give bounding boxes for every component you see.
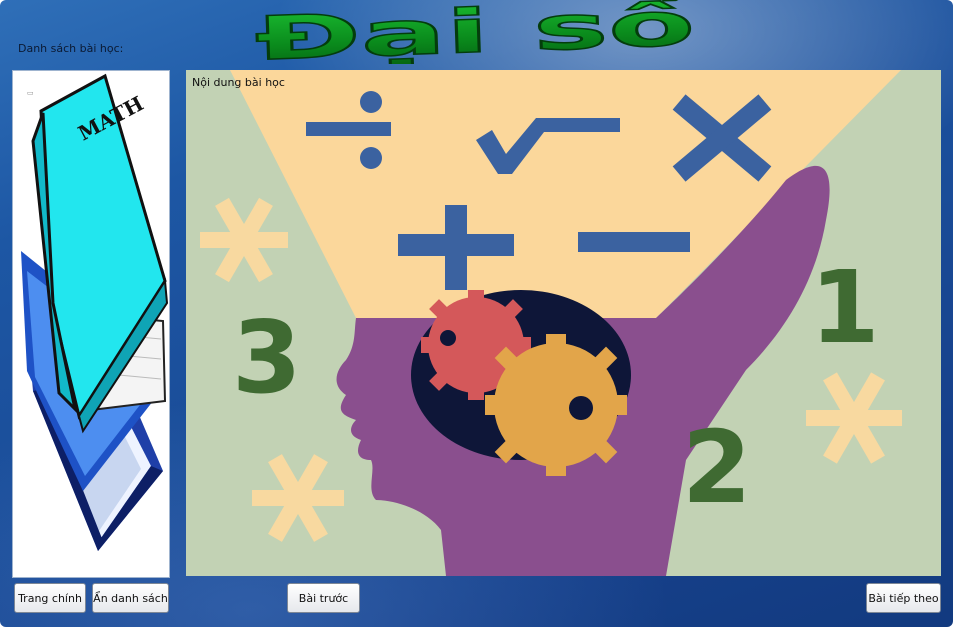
lesson-list-label: Danh sách bài học: bbox=[18, 42, 124, 55]
hide-list-button[interactable]: Ẩn danh sách bbox=[92, 583, 169, 613]
app-window: Đại số Danh sách bài học: MATH ▭ Nội dun… bbox=[0, 0, 953, 627]
number-2: 2 bbox=[682, 409, 752, 526]
home-button[interactable]: Trang chính bbox=[14, 583, 86, 613]
lesson-list[interactable]: MATH ▭ bbox=[12, 70, 170, 578]
title-art-text: Đại số bbox=[254, 0, 696, 64]
clipart-mark: ▭ bbox=[27, 89, 34, 97]
previous-lesson-button[interactable]: Bài trước bbox=[287, 583, 360, 613]
title-art: Đại số bbox=[253, 0, 697, 64]
math-illustration: 3 1 2 bbox=[200, 70, 902, 576]
asterisk-icon bbox=[252, 454, 344, 542]
minus-icon bbox=[578, 232, 690, 252]
book-stack-image: MATH ▭ bbox=[21, 73, 169, 551]
lesson-content: Nội dung bài học 3 1 2 bbox=[186, 70, 941, 576]
next-lesson-button[interactable]: Bài tiếp theo bbox=[866, 583, 941, 613]
orange-gear bbox=[485, 334, 627, 476]
lesson-content-label: Nội dung bài học bbox=[192, 76, 285, 89]
number-1: 1 bbox=[810, 249, 880, 366]
number-3: 3 bbox=[232, 299, 302, 416]
asterisk-icon bbox=[806, 372, 902, 464]
asterisk-icon bbox=[200, 197, 288, 283]
